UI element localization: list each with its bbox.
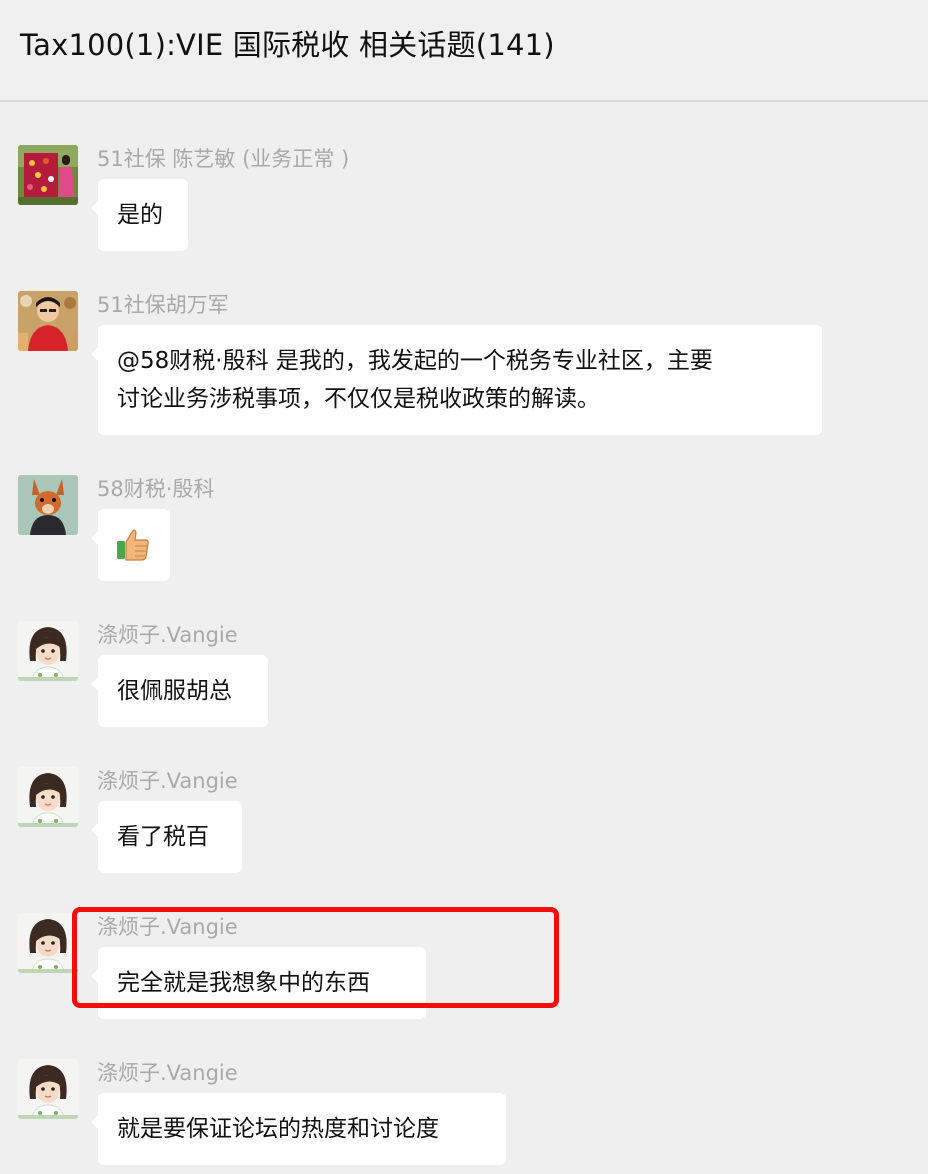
message-bubble[interactable]: 是的	[91, 179, 188, 251]
avatar-cartoon-woman[interactable]	[18, 767, 78, 827]
sender-name: 58财税·殷科	[97, 477, 215, 501]
avatar-squirrel[interactable]	[18, 475, 78, 535]
avatar-cartoon-woman[interactable]	[18, 621, 78, 681]
avatar-photo-man-red-shirt[interactable]	[18, 291, 78, 351]
message-text-line-2: 讨论业务涉税事项，不仅仅是税收政策的解读。	[117, 386, 600, 412]
avatar-photo-red-quilt[interactable]	[18, 145, 78, 205]
sender-name: 51社保胡万军	[97, 293, 229, 317]
avatar-cartoon-woman[interactable]	[18, 1059, 78, 1119]
message-text: 很佩服胡总	[117, 678, 232, 704]
message-bubble[interactable]: 完全就是我想象中的东西	[91, 947, 426, 1019]
message-text: 就是要保证论坛的热度和讨论度	[117, 1116, 439, 1142]
message-bubble[interactable]	[91, 509, 170, 581]
sender-name: 涤烦子.Vangie	[97, 623, 238, 647]
message-text: 是的	[117, 202, 163, 228]
avatar-cartoon-woman[interactable]	[18, 913, 78, 973]
chat-header: Tax100(1):VIE 国际税收 相关话题(141)	[0, 0, 928, 102]
message-bubble[interactable]: 很佩服胡总	[91, 655, 268, 727]
sender-name: 51社保 陈艺敏 (业务正常 )	[97, 147, 350, 171]
message-text: 完全就是我想象中的东西	[117, 970, 370, 996]
message-bubble[interactable]: @58财税·殷科 是我的，我发起的一个税务专业社区，主要 讨论业务涉税事项，不仅…	[91, 325, 822, 435]
message-bubble[interactable]: 看了税百	[91, 801, 242, 873]
chat-title: Tax100(1):VIE 国际税收 相关话题(141)	[20, 28, 555, 62]
message-text-line-1: @58财税·殷科 是我的，我发起的一个税务专业社区，主要	[117, 348, 713, 374]
message-bubble[interactable]: 就是要保证论坛的热度和讨论度	[91, 1093, 506, 1165]
sender-name: 涤烦子.Vangie	[97, 915, 238, 939]
sender-name: 涤烦子.Vangie	[97, 1061, 238, 1085]
message-text: 看了税百	[117, 824, 209, 850]
thumbs-up-emoji	[117, 529, 149, 561]
sender-name: 涤烦子.Vangie	[97, 769, 238, 793]
